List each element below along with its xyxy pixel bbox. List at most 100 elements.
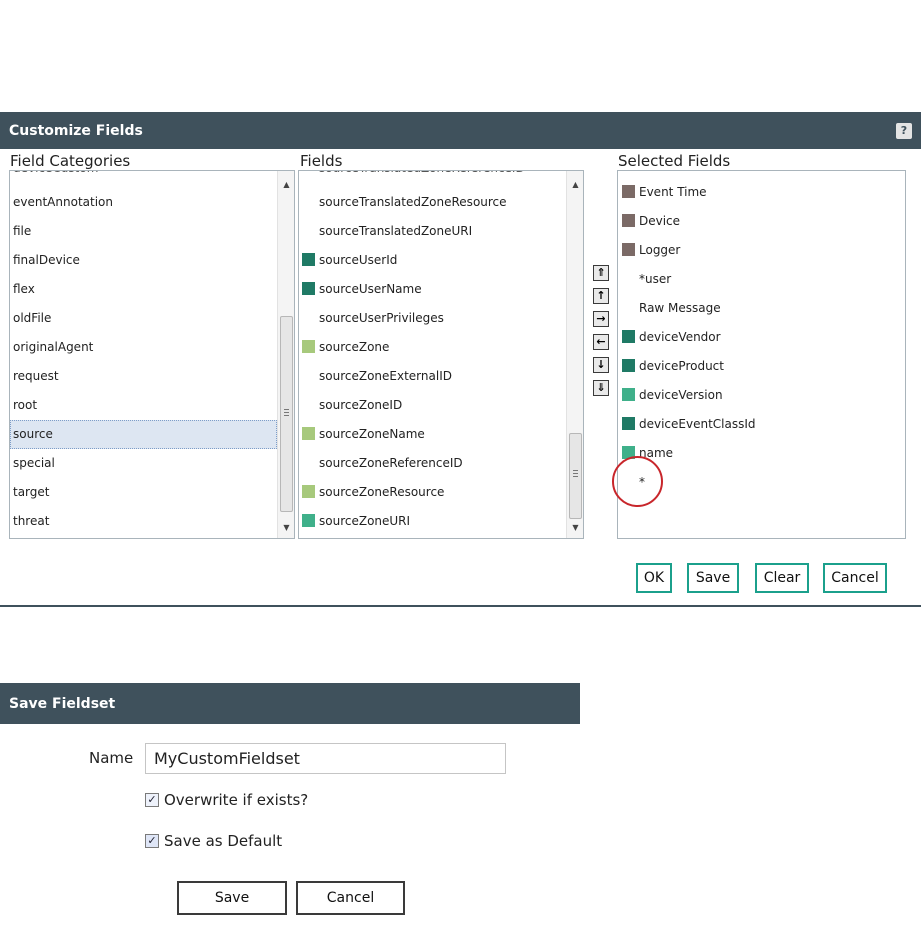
customize-fields-titlebar: Customize Fields ? <box>0 112 921 149</box>
move-top-icon[interactable]: ⇑ <box>593 265 609 281</box>
scroll-up-icon[interactable]: ▲ <box>567 176 583 193</box>
field-item[interactable]: sourceZoneResource <box>299 478 566 507</box>
field-label: sourceZoneID <box>319 398 403 412</box>
selected-field-item[interactable]: Raw Message <box>622 294 721 323</box>
field-label: sourceUserName <box>319 282 422 296</box>
selected-field-label: *user <box>639 272 672 286</box>
category-item-request[interactable]: request <box>10 362 277 391</box>
field-label: sourceZoneName <box>319 427 425 441</box>
save-button[interactable]: Save <box>687 563 739 593</box>
add-field-icon[interactable]: → <box>593 311 609 327</box>
category-item-special[interactable]: special <box>10 449 277 478</box>
field-item[interactable]: sourceUserName <box>299 275 566 304</box>
selected-field-label: Logger <box>639 243 681 257</box>
field-item[interactable]: sourceUserId <box>299 246 566 275</box>
color-swatch <box>302 514 315 527</box>
scroll-down-icon[interactable]: ▼ <box>567 519 583 536</box>
list-item: sourceTranslatedZoneReferenceID <box>299 171 566 183</box>
selected-field-item[interactable]: deviceVendor <box>622 323 721 352</box>
scroll-thumb[interactable] <box>280 316 293 512</box>
overwrite-label: Overwrite if exists? <box>164 791 309 809</box>
help-icon[interactable]: ? <box>896 123 912 139</box>
color-swatch <box>622 417 635 430</box>
fields-list[interactable]: sourceTranslatedZoneReferenceID ▲ ▼ sour… <box>298 170 584 539</box>
color-swatch <box>622 388 635 401</box>
field-label: sourceZoneExternalID <box>319 369 452 383</box>
scroll-down-icon[interactable]: ▼ <box>278 519 294 536</box>
field-label: sourceZoneURI <box>319 514 411 528</box>
category-item-root[interactable]: root <box>10 391 277 420</box>
field-label: sourceUserPrivileges <box>319 311 444 325</box>
scroll-thumb[interactable] <box>569 433 582 519</box>
selected-field-item[interactable]: Logger <box>622 236 680 265</box>
field-label: sourceTranslatedZoneURI <box>319 224 473 238</box>
move-up-icon[interactable]: ↑ <box>593 288 609 304</box>
field-item[interactable]: sourceZoneReferenceID <box>299 449 566 478</box>
overwrite-checkbox[interactable]: ✓ <box>145 793 159 807</box>
category-item-finalDevice[interactable]: finalDevice <box>10 246 277 275</box>
category-item-target[interactable]: target <box>10 478 277 507</box>
ok-button[interactable]: OK <box>636 563 672 593</box>
selected-field-label: deviceEventClassId <box>639 417 756 431</box>
category-item-threat[interactable]: threat <box>10 507 277 536</box>
category-item-oldFile[interactable]: oldFile <box>10 304 277 333</box>
field-label: sourceZoneReferenceID <box>319 456 463 470</box>
fields-header: Fields <box>300 152 343 170</box>
field-item[interactable]: sourceZone <box>299 333 566 362</box>
field-item[interactable]: sourceZoneID <box>299 391 566 420</box>
fields-scrollbar[interactable]: ▲ ▼ <box>566 171 583 538</box>
field-item[interactable]: sourceZoneURI <box>299 507 566 536</box>
color-swatch <box>302 485 315 498</box>
name-label: Name <box>89 749 134 767</box>
field-categories-list[interactable]: deviceCustom ▲ ▼ eventAnnotationfilefina… <box>9 170 295 539</box>
categories-scrollbar[interactable]: ▲ ▼ <box>277 171 294 538</box>
field-item[interactable]: sourceZoneExternalID <box>299 362 566 391</box>
selected-field-item[interactable]: Event Time <box>622 178 707 207</box>
dialog-divider <box>0 605 921 607</box>
category-item-eventAnnotation[interactable]: eventAnnotation <box>10 188 277 217</box>
color-swatch <box>622 185 635 198</box>
selected-field-label: deviceVendor <box>639 330 721 344</box>
color-swatch <box>622 359 635 372</box>
category-item-source[interactable]: source <box>10 420 277 449</box>
selected-field-item[interactable]: Device <box>622 207 680 236</box>
color-swatch <box>622 243 635 256</box>
scroll-up-icon[interactable]: ▲ <box>278 176 294 193</box>
field-item[interactable]: sourceTranslatedZoneURI <box>299 217 566 246</box>
selected-field-item[interactable]: deviceVersion <box>622 381 723 410</box>
cancel-button[interactable]: Cancel <box>823 563 887 593</box>
field-item[interactable]: sourceUserPrivileges <box>299 304 566 333</box>
move-bottom-icon[interactable]: ⇓ <box>593 380 609 396</box>
default-checkbox[interactable]: ✓ <box>145 834 159 848</box>
selected-field-label: deviceProduct <box>639 359 724 373</box>
clear-button[interactable]: Clear <box>755 563 809 593</box>
category-item-originalAgent[interactable]: originalAgent <box>10 333 277 362</box>
category-item-flex[interactable]: flex <box>10 275 277 304</box>
selected-field-label: Raw Message <box>639 301 721 315</box>
field-item[interactable]: sourceZoneName <box>299 420 566 449</box>
selected-field-item[interactable]: *user <box>622 265 671 294</box>
move-down-icon[interactable]: ↓ <box>593 357 609 373</box>
color-swatch <box>302 340 315 353</box>
fieldset-name-input[interactable] <box>145 743 506 774</box>
category-item-file[interactable]: file <box>10 217 277 246</box>
list-item: deviceCustom <box>10 171 277 183</box>
dialog-title: Customize Fields <box>9 122 143 139</box>
selected-fields-header: Selected Fields <box>618 152 731 170</box>
color-swatch <box>302 282 315 295</box>
remove-field-icon[interactable]: ← <box>593 334 609 350</box>
field-label: sourceTranslatedZoneResource <box>319 195 507 209</box>
dialog-title: Save Fieldset <box>9 695 116 712</box>
save-fieldset-button[interactable]: Save <box>177 881 287 915</box>
default-label: Save as Default <box>164 832 283 850</box>
color-swatch <box>622 214 635 227</box>
field-label: sourceUserId <box>319 253 398 267</box>
field-item[interactable]: sourceTranslatedZoneResource <box>299 188 566 217</box>
field-label: sourceZoneResource <box>319 485 445 499</box>
field-label: sourceZone <box>319 340 390 354</box>
selected-field-item[interactable]: deviceProduct <box>622 352 724 381</box>
selected-field-label: deviceVersion <box>639 388 723 402</box>
selected-field-item[interactable]: deviceEventClassId <box>622 410 756 439</box>
color-swatch <box>302 427 315 440</box>
cancel-fieldset-button[interactable]: Cancel <box>296 881 405 915</box>
